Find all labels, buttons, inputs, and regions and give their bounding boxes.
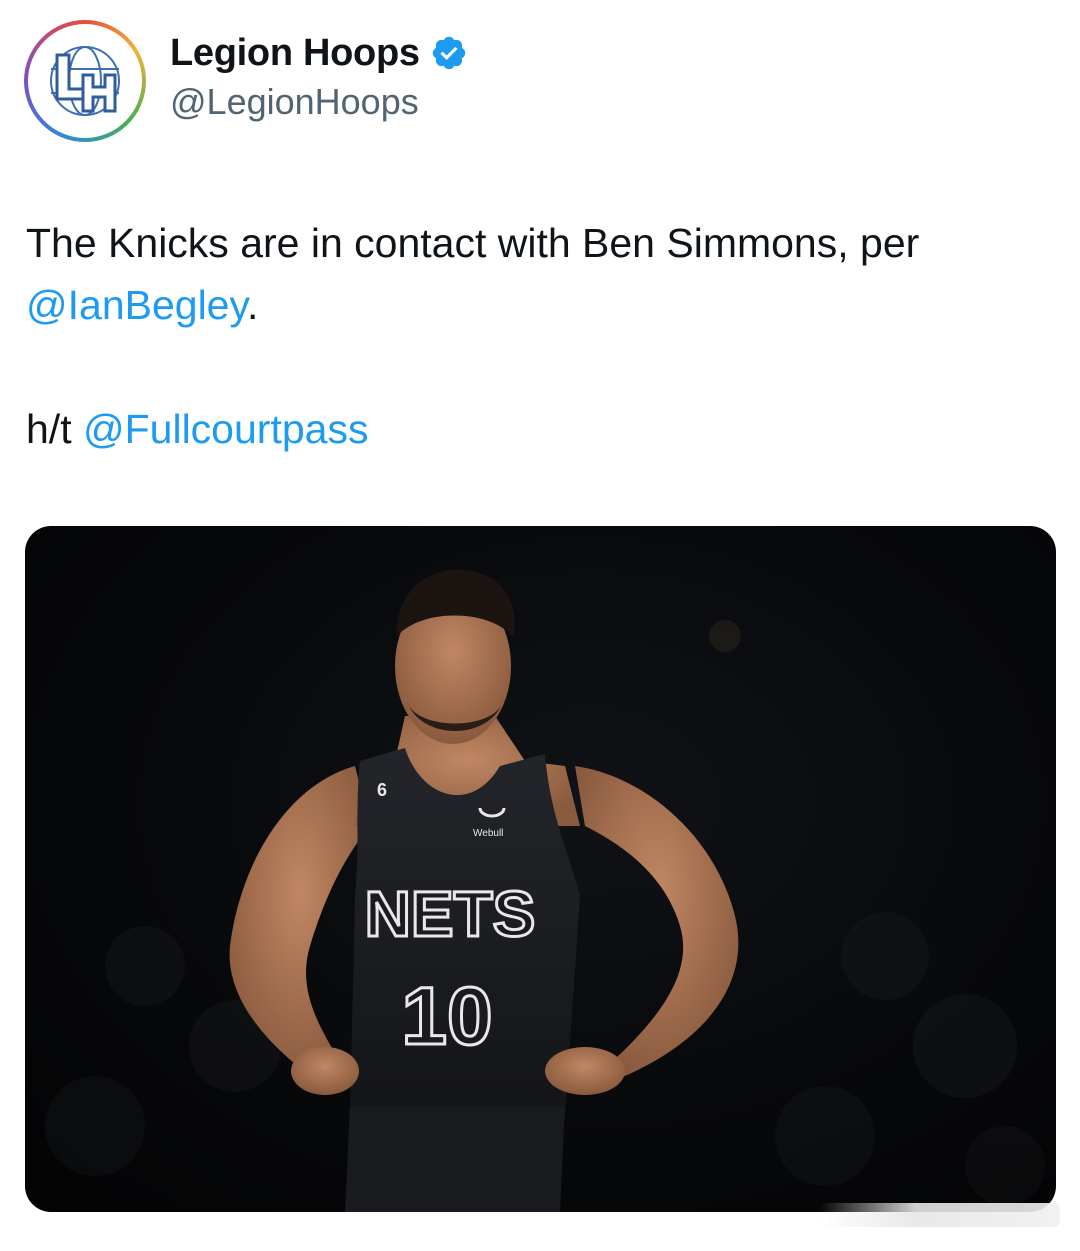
watermark <box>820 1203 1060 1227</box>
right-hand <box>545 1047 625 1095</box>
jersey-team-text: NETS <box>365 878 536 950</box>
tweet-period: . <box>246 282 259 328</box>
tweet-line-1: The Knicks are in contact with Ben Simmo… <box>26 212 1066 274</box>
verified-badge-icon <box>430 34 468 72</box>
avatar[interactable] <box>24 20 146 142</box>
display-name-row: Legion Hoops <box>170 32 468 75</box>
tweet-media-photo[interactable]: NETS 10 6 Webull <box>25 526 1056 1212</box>
left-hand <box>291 1047 359 1095</box>
legion-hoops-logo-icon <box>28 24 142 138</box>
tweet-header: Legion Hoops @LegionHoops <box>24 20 468 142</box>
player-photo: NETS 10 6 Webull <box>45 569 1045 1212</box>
display-name[interactable]: Legion Hoops <box>170 32 420 75</box>
tweet-line-1-text: The Knicks are in contact with Ben Simmo… <box>26 220 920 266</box>
tweet-line-2: @IanBegley. <box>26 274 1066 336</box>
right-arm <box>575 766 739 1081</box>
mention-fullcourtpass-link[interactable]: @Fullcourtpass <box>83 406 368 452</box>
author-handle[interactable]: @LegionHoops <box>170 81 468 123</box>
ht-prefix: h/t <box>26 406 72 452</box>
tweet-text: The Knicks are in contact with Ben Simmo… <box>26 212 1066 460</box>
shorts <box>345 1106 565 1212</box>
tweet-line-ht: h/t @Fullcourtpass <box>26 398 1066 460</box>
jersey-small-number: 6 <box>377 780 387 800</box>
jersey-number-text: 10 <box>401 971 492 1062</box>
jersey-sponsor: Webull <box>473 828 503 839</box>
author-names: Legion Hoops @LegionHoops <box>170 32 468 123</box>
mention-ianbegley-link[interactable]: @IanBegley <box>26 282 247 328</box>
